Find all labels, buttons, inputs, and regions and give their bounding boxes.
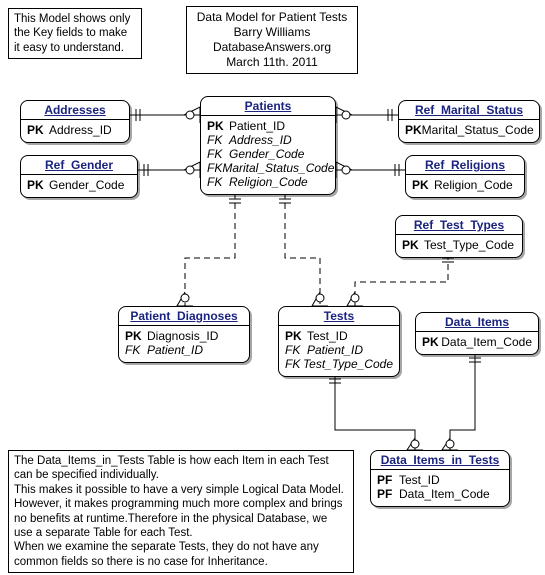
entity-data-items: Data_Items PKData_Item_Code: [415, 312, 539, 355]
note-line: it easy to understand.: [14, 41, 136, 55]
note-line: The Data_Items_in_Tests Table is how eac…: [14, 454, 348, 468]
diagram-header: Data Model for Patient Tests Barry Willi…: [186, 6, 358, 74]
note-line: This Model shows only: [14, 12, 136, 26]
entity-title: Patient_Diagnoses: [119, 307, 249, 326]
entity-patient-diagnoses: Patient_Diagnoses PKDiagnosis_ID FKPatie…: [118, 306, 250, 363]
header-source: DatabaseAnswers.org: [192, 40, 352, 55]
entity-title: Ref_Marital_Status: [399, 101, 539, 120]
header-author: Barry Williams: [192, 25, 352, 40]
entity-title: Addresses: [21, 101, 129, 120]
entity-tests: Tests PKTest_ID FKPatient_ID FKTest_Type…: [278, 306, 400, 377]
entity-title: Ref_Test_Types: [396, 216, 522, 235]
note-line: no benefits at runtime.Therefore in the …: [14, 512, 348, 526]
entity-title: Data_Items_in_Tests: [371, 451, 509, 470]
note-line: common fields so there is no case for In…: [14, 555, 348, 569]
note-model-scope: This Model shows only the Key fields to …: [8, 8, 142, 59]
note-line: This makes it possible to have a very si…: [14, 483, 348, 497]
entity-title: Tests: [279, 307, 399, 326]
header-title: Data Model for Patient Tests: [192, 10, 352, 25]
entity-title: Data_Items: [416, 313, 538, 332]
entity-title: Ref_Religions: [406, 156, 524, 175]
note-line: can be specified individually.: [14, 468, 348, 482]
entity-addresses: Addresses PKAddress_ID: [20, 100, 130, 143]
note-line: However, it makes programming much more …: [14, 497, 348, 511]
note-data-items-explanation: The Data_Items_in_Tests Table is how eac…: [8, 450, 354, 573]
note-line: the Key fields to make: [14, 26, 136, 40]
entity-title: Patients: [201, 97, 335, 116]
entity-patients: Patients PKPatient_ID FKAddress_ID FKGen…: [200, 96, 336, 195]
note-line: When we examine the separate Tests, they…: [14, 540, 348, 554]
entity-data-items-in-tests: Data_Items_in_Tests PFTest_ID PFData_Ite…: [370, 450, 510, 507]
header-date: March 11th. 2011: [192, 55, 352, 70]
entity-ref-gender: Ref_Gender PKGender_Code: [20, 155, 138, 198]
entity-ref-marital-status: Ref_Marital_Status PKMarital_Status_Code: [398, 100, 540, 143]
entity-ref-test-types: Ref_Test_Types PKTest_Type_Code: [395, 215, 523, 258]
entity-title: Ref_Gender: [21, 156, 137, 175]
note-line: use a separate Table for each Test.: [14, 526, 348, 540]
entity-ref-religions: Ref_Religions PKReligion_Code: [405, 155, 525, 198]
